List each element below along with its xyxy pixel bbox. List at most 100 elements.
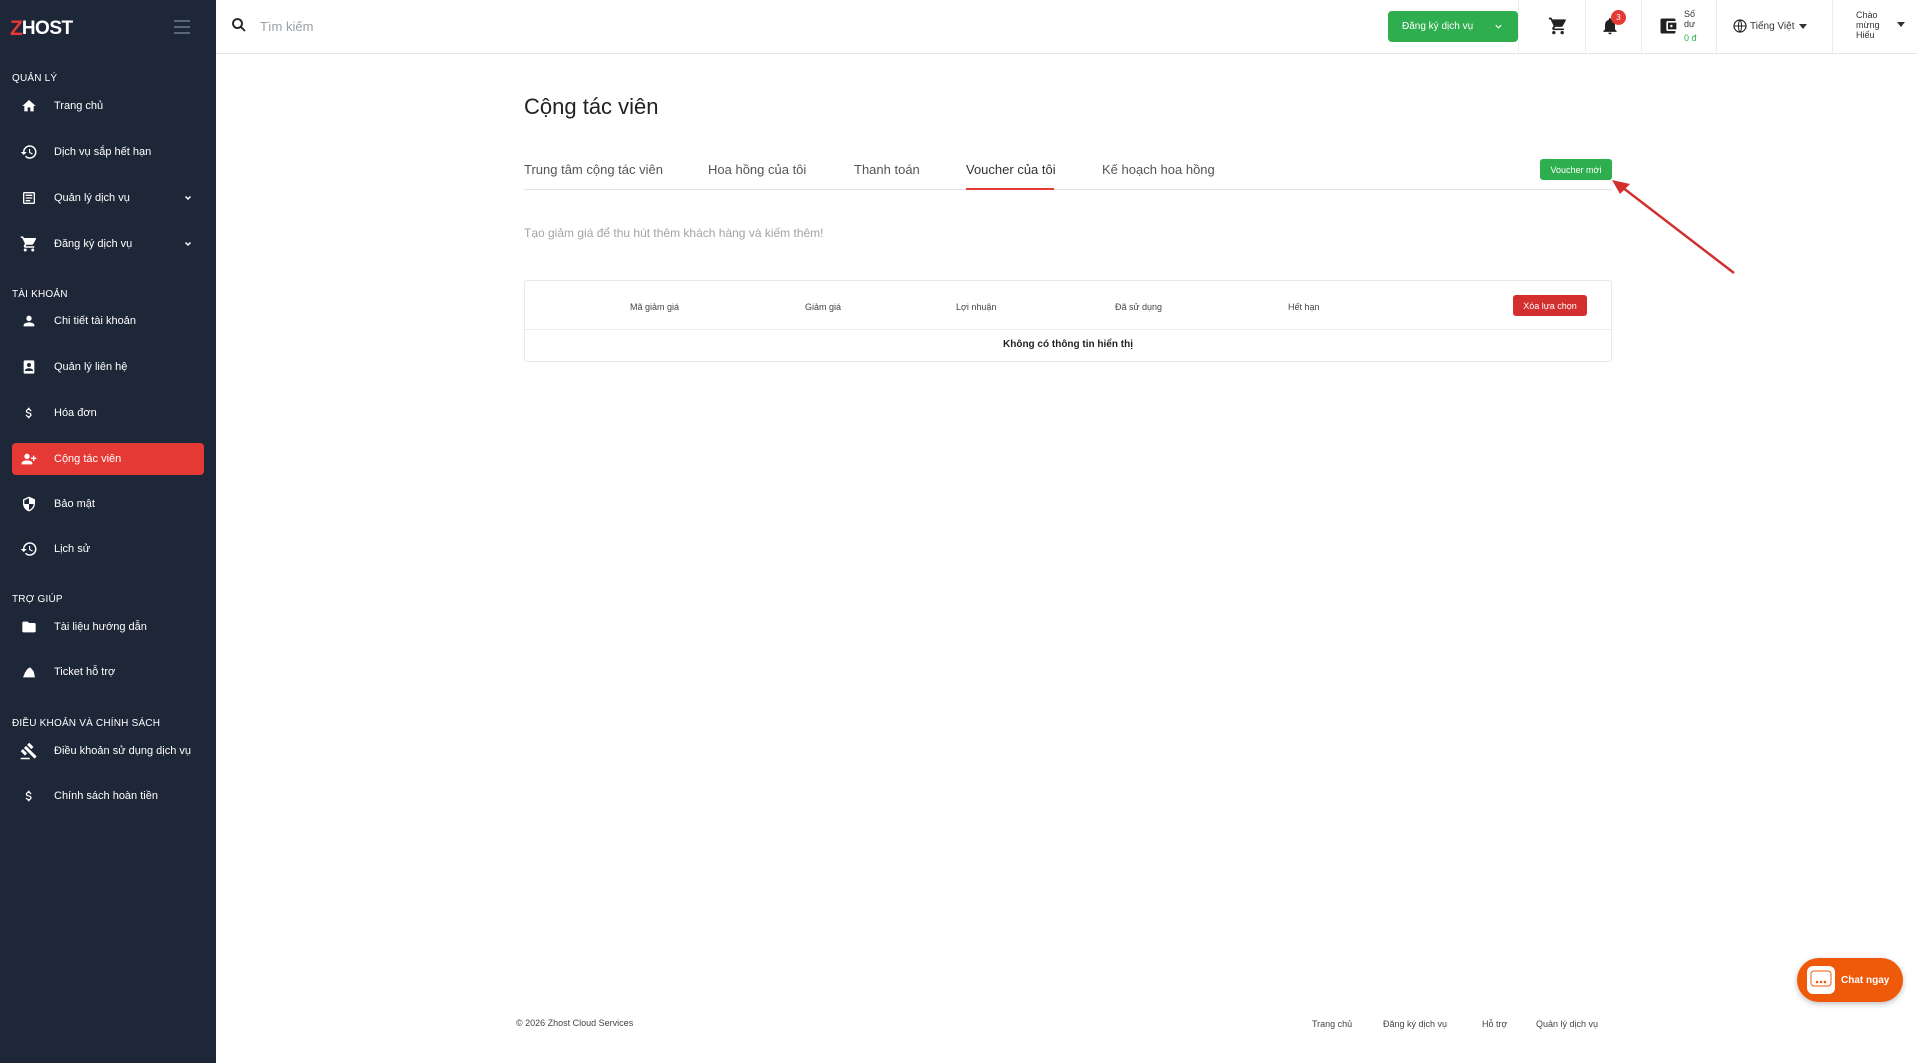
dollar-icon <box>18 403 40 423</box>
column-header-used[interactable]: Đã sử dụng <box>1115 302 1162 312</box>
register-service-button[interactable]: Đăng ký dịch vụ <box>1388 11 1518 42</box>
logo-z: Z <box>10 17 23 40</box>
new-voucher-button[interactable]: Voucher mới <box>1540 159 1612 180</box>
sidebar-item-label: Tài liệu hướng dẫn <box>54 621 147 633</box>
chat-now-label: Chat ngay <box>1841 974 1890 986</box>
footer-link-home[interactable]: Trang chủ <box>1312 1019 1352 1029</box>
chat-now-button[interactable]: Chat ngay <box>1797 958 1903 1002</box>
tab-my-commission[interactable]: Hoa hồng của tôi <box>708 162 806 177</box>
column-header-profit[interactable]: Lợi nhuận <box>956 302 996 312</box>
header-divider <box>1641 0 1642 54</box>
sidebar-item-register-services[interactable]: Đăng ký dịch vụ <box>12 228 204 260</box>
sidebar-item-label: Hóa đơn <box>54 407 97 419</box>
cart-icon <box>18 234 40 254</box>
footer-copyright: © 2026 Zhost Cloud Services <box>516 1018 634 1028</box>
page-subtitle: Tạo giảm giá để thu hút thêm khách hàng … <box>524 226 824 240</box>
sidebar-item-affiliate[interactable]: Cộng tác viên <box>12 443 204 475</box>
globe-icon <box>1733 19 1747 33</box>
contacts-icon <box>18 357 40 377</box>
header-divider <box>1716 0 1717 54</box>
sidebar-item-label: Quản lý liên hệ <box>54 361 128 373</box>
chevron-down-icon <box>184 195 192 201</box>
table-divider <box>525 329 1611 330</box>
clear-selection-button[interactable]: Xóa lựa chọn <box>1513 295 1587 316</box>
gavel-icon <box>18 741 40 761</box>
sidebar-item-label: Dịch vụ sắp hết hạn <box>54 146 152 158</box>
sidebar-item-terms-of-use[interactable]: Điều khoản sử dụng dịch vụ <box>12 735 204 767</box>
shield-icon <box>18 494 40 514</box>
user-greeting[interactable]: Chào mừng Hiếu <box>1856 10 1888 40</box>
sidebar-item-expiring[interactable]: Dịch vụ sắp hết hạn <box>12 136 204 168</box>
sidebar-item-label: Ticket hỗ trợ <box>54 666 116 678</box>
section-title-manage: QUẢN LÝ <box>12 73 58 84</box>
menu-toggle-icon[interactable] <box>174 20 190 34</box>
register-service-button-label: Đăng ký dịch vụ <box>1402 21 1474 32</box>
header-divider <box>1518 0 1519 54</box>
sidebar-item-label: Chi tiết tài khoản <box>54 315 136 327</box>
column-header-discount[interactable]: Giảm giá <box>805 302 841 312</box>
folder-icon <box>18 617 40 637</box>
sidebar-item-refund-policy[interactable]: Chính sách hoàn tiền <box>12 780 204 812</box>
search-icon <box>232 18 246 32</box>
home-icon <box>18 96 40 116</box>
voucher-table: Mã giảm giá Giảm giá Lợi nhuận Đã sử dụn… <box>524 280 1612 362</box>
user-icon <box>18 311 40 331</box>
caret-down-icon[interactable] <box>1897 22 1905 27</box>
tab-affiliate-center[interactable]: Trung tâm cộng tác viên <box>524 162 663 177</box>
tab-commission-plans[interactable]: Kế hoạch hoa hồng <box>1102 162 1215 177</box>
balance-label: Số dư <box>1684 9 1696 29</box>
column-header-code[interactable]: Mã giảm giá <box>630 302 679 312</box>
tab-bar: Trung tâm cộng tác viên Hoa hồng của tôi… <box>524 150 1612 190</box>
chat-bubble-icon <box>1807 966 1835 994</box>
footer-link-manage[interactable]: Quản lý dịch vụ <box>1536 1019 1598 1029</box>
history-icon <box>18 539 40 559</box>
annotation-arrow <box>1612 180 1735 274</box>
ticket-icon <box>18 662 40 682</box>
sidebar: Z HOST QUẢN LÝ Trang chủ Dịch vụ sắp hết… <box>0 0 216 1063</box>
sidebar-item-contacts[interactable]: Quản lý liên hệ <box>12 351 204 383</box>
sidebar-item-tickets[interactable]: Ticket hỗ trợ <box>12 656 204 688</box>
wallet-icon[interactable] <box>1658 16 1678 36</box>
page-title: Cộng tác viên <box>524 94 659 119</box>
cart-icon[interactable] <box>1548 16 1568 36</box>
sidebar-item-home[interactable]: Trang chủ <box>12 90 204 122</box>
sidebar-item-history[interactable]: Lịch sử <box>12 533 204 565</box>
brand-logo[interactable]: Z HOST <box>10 17 73 41</box>
sidebar-item-label: Đăng ký dịch vụ <box>54 238 133 250</box>
tab-my-vouchers[interactable]: Voucher của tôi <box>966 162 1056 177</box>
sidebar-item-label: Bảo mật <box>54 498 95 510</box>
sidebar-item-label: Trang chủ <box>54 100 104 112</box>
balance-value: 0 đ <box>1684 33 1697 43</box>
sidebar-item-manage-services[interactable]: Quản lý dịch vụ <box>12 182 204 214</box>
sidebar-item-security[interactable]: Bảo mật <box>12 488 204 520</box>
sidebar-item-account-details[interactable]: Chi tiết tài khoản <box>12 305 204 337</box>
service-icon <box>18 188 40 208</box>
table-empty-message: Không có thông tin hiển thị <box>1003 339 1133 350</box>
sidebar-item-invoices[interactable]: Hóa đơn <box>12 397 204 429</box>
logo-host: HOST <box>21 18 73 39</box>
notification-badge: 3 <box>1611 10 1626 25</box>
dollar-icon <box>18 786 40 806</box>
sidebar-item-label: Điều khoản sử dụng dịch vụ <box>54 745 192 757</box>
sidebar-item-docs[interactable]: Tài liệu hướng dẫn <box>12 611 204 643</box>
chevron-down-icon <box>184 241 192 247</box>
language-selector[interactable]: Tiếng Việt <box>1732 18 1808 34</box>
footer-link-register[interactable]: Đăng ký dịch vụ <box>1383 1019 1447 1029</box>
section-title-terms: ĐIỀU KHOẢN VÀ CHÍNH SÁCH <box>12 718 161 729</box>
section-title-account: TÀI KHOẢN <box>12 289 68 300</box>
sidebar-item-label: Lịch sử <box>54 543 91 555</box>
column-header-expiry[interactable]: Hết hạn <box>1288 302 1320 312</box>
add-user-icon <box>18 449 40 469</box>
search-input[interactable] <box>260 14 560 38</box>
language-label: Tiếng Việt <box>1750 20 1795 32</box>
caret-down-icon <box>1799 23 1808 29</box>
footer-link-support[interactable]: Hỗ trợ <box>1482 1019 1507 1029</box>
sidebar-item-label: Chính sách hoàn tiền <box>54 790 158 802</box>
header-divider <box>1832 0 1833 54</box>
history-icon <box>18 142 40 162</box>
chevron-down-icon <box>1495 24 1502 29</box>
sidebar-item-label: Cộng tác viên <box>54 453 122 465</box>
header-divider <box>1585 0 1586 54</box>
tab-payment[interactable]: Thanh toán <box>854 162 920 177</box>
sidebar-item-label: Quản lý dịch vụ <box>54 192 130 204</box>
